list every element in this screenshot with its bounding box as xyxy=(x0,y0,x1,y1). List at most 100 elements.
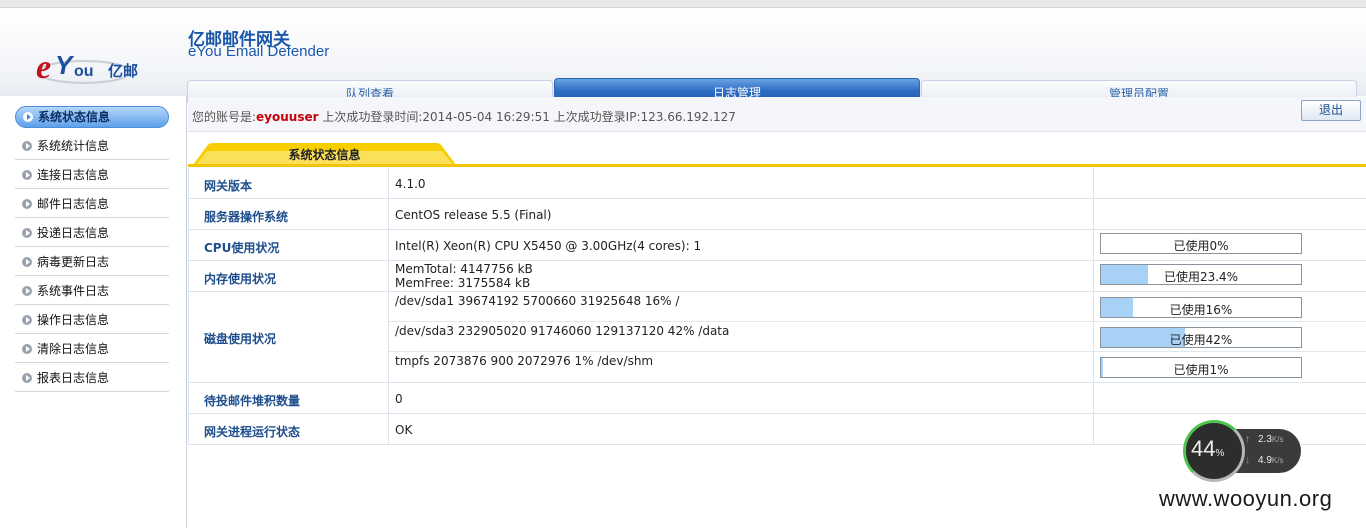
brand-title-en: eYou Email Defender xyxy=(188,43,330,60)
os-value: CentOS release 5.5 (Final) xyxy=(395,208,552,222)
arrow-bullet-icon xyxy=(22,141,32,151)
row-label: CPU使用状况 xyxy=(204,241,280,255)
sidebar-item-virus-update-log[interactable]: 病毒更新日志 xyxy=(15,248,169,276)
usage-text: 已使用23.4% xyxy=(1163,270,1239,284)
row-value-cell: MemTotal: 4147756 kB MemFree: 3175584 kB xyxy=(389,261,1094,291)
table-row: 内存使用状况 MemTotal: 4147756 kB MemFree: 317… xyxy=(188,261,1366,292)
mem-free: MemFree: 3175584 kB xyxy=(395,276,531,290)
sidebar-item-label: 操作日志信息 xyxy=(37,313,110,327)
sidebar-item-label: 连接日志信息 xyxy=(37,168,110,182)
row-extra-cell: 已使用16% 已使用42% 已使用1% xyxy=(1094,292,1366,382)
arrow-bullet-icon xyxy=(23,112,33,122)
arrow-down-icon: ↓ xyxy=(1245,455,1250,466)
logout-button[interactable]: 退出 xyxy=(1301,100,1361,121)
row-label-cell: 网关进程运行状态 xyxy=(188,414,389,444)
disk-line: /dev/sda1 39674192 5700660 31925648 16% … xyxy=(395,294,680,308)
percent-unit: % xyxy=(1215,448,1225,459)
sidebar-item-system-event-log[interactable]: 系统事件日志 xyxy=(15,277,169,305)
mem-usage-bar: 已使用23.4% xyxy=(1100,264,1302,285)
row-label-cell: 待投邮件堆积数量 xyxy=(188,383,389,413)
row-extra-cell xyxy=(1094,199,1366,229)
row-label-cell: CPU使用状况 xyxy=(188,230,389,260)
account-username: eyouuser xyxy=(256,110,319,124)
sidebar-item-system-status[interactable]: 系统状态信息 xyxy=(15,106,169,128)
row-label-cell: 服务器操作系统 xyxy=(188,199,389,229)
svg-text:亿邮: 亿邮 xyxy=(108,62,138,80)
sidebar-item-label: 系统事件日志 xyxy=(37,284,110,298)
usage-text: 已使用16% xyxy=(1169,303,1233,317)
account-bar: 您的账号是:eyouuser 上次成功登录时间:2014-05-04 16:29… xyxy=(188,97,1366,132)
sidebar-item-report-log[interactable]: 报表日志信息 xyxy=(15,364,169,392)
queue-value: 0 xyxy=(395,392,403,406)
network-speed-widget[interactable]: 44% ↑ 2.3K/s ↓ 4.9K/s xyxy=(1183,420,1301,482)
version-value: 4.1.0 xyxy=(395,177,426,191)
arrow-bullet-icon xyxy=(22,257,32,267)
sidebar-item-delivery-log[interactable]: 投递日志信息 xyxy=(15,219,169,247)
eyou-logo: e Y ou 亿邮 xyxy=(36,49,138,86)
section-tab: 系统状态信息 xyxy=(193,143,456,165)
arrow-bullet-icon xyxy=(22,228,32,238)
table-row: 网关版本 4.1.0 xyxy=(188,167,1366,199)
disk-usage-bar: 已使用1% xyxy=(1100,357,1302,378)
row-extra-cell: 已使用23.4% xyxy=(1094,261,1366,291)
download-speed: ↓ 4.9K/s xyxy=(1245,455,1283,466)
row-label-cell: 网关版本 xyxy=(188,167,389,198)
account-prefix: 您的账号是: xyxy=(192,110,257,124)
usage-text: 已使用42% xyxy=(1169,333,1233,347)
row-label: 网关进程运行状态 xyxy=(204,425,301,439)
row-divider xyxy=(389,321,1366,322)
sidebar-item-label: 病毒更新日志 xyxy=(37,255,110,269)
arrow-up-icon: ↑ xyxy=(1245,434,1250,445)
top-strip xyxy=(0,0,1366,8)
row-value-cell: 4.1.0 xyxy=(389,167,1094,198)
row-label: 内存使用状况 xyxy=(204,272,277,286)
svg-text:ou: ou xyxy=(74,63,94,80)
arrow-bullet-icon xyxy=(22,315,32,325)
svg-text:e: e xyxy=(36,49,51,86)
sidebar-item-clear-log[interactable]: 清除日志信息 xyxy=(15,335,169,363)
row-value-cell: Intel(R) Xeon(R) CPU X5450 @ 3.00GHz(4 c… xyxy=(389,230,1094,260)
sidebar-item-system-stats[interactable]: 系统统计信息 xyxy=(15,132,169,160)
row-label: 服务器操作系统 xyxy=(204,210,289,224)
svg-text:Y: Y xyxy=(55,50,75,80)
row-value-cell: 0 xyxy=(389,383,1094,413)
sidebar-item-operation-log[interactable]: 操作日志信息 xyxy=(15,306,169,334)
sidebar-item-label: 系统统计信息 xyxy=(37,139,110,153)
row-divider xyxy=(389,351,1366,352)
process-value: OK xyxy=(395,423,413,437)
sidebar-item-label: 清除日志信息 xyxy=(37,342,110,356)
sidebar-item-mail-log[interactable]: 邮件日志信息 xyxy=(15,190,169,218)
table-row: 服务器操作系统 CentOS release 5.5 (Final) xyxy=(188,199,1366,230)
arrow-bullet-icon xyxy=(22,199,32,209)
table-row: 待投邮件堆积数量 0 xyxy=(188,383,1366,414)
row-extra-cell xyxy=(1094,167,1366,198)
sidebar-item-label: 报表日志信息 xyxy=(37,371,110,385)
watermark: www.wooyun.org xyxy=(1159,486,1333,511)
row-value-cell: /dev/sda1 39674192 5700660 31925648 16% … xyxy=(389,292,1094,382)
arrow-bullet-icon xyxy=(22,344,32,354)
cpu-value: Intel(R) Xeon(R) CPU X5450 @ 3.00GHz(4 c… xyxy=(395,239,702,253)
download-value: 4.9 xyxy=(1258,455,1272,466)
disk-usage-bar: 已使用42% xyxy=(1100,327,1302,348)
upload-speed: ↑ 2.3K/s xyxy=(1245,434,1283,445)
table-row: 磁盘使用状况 /dev/sda1 39674192 5700660 319256… xyxy=(188,292,1366,383)
sidebar-item-connection-log[interactable]: 连接日志信息 xyxy=(15,161,169,189)
row-value-cell: OK xyxy=(389,414,1094,444)
app-header: e Y ou 亿邮 亿邮邮件网关 eYou Email Defender 队列查… xyxy=(0,8,1366,103)
table-row: CPU使用状况 Intel(R) Xeon(R) CPU X5450 @ 3.0… xyxy=(188,230,1366,261)
disk-usage-bar: 已使用16% xyxy=(1100,297,1302,318)
row-label: 待投邮件堆积数量 xyxy=(204,394,301,408)
upload-value: 2.3 xyxy=(1258,434,1272,445)
disk-line: tmpfs 2073876 900 2072976 1% /dev/shm xyxy=(395,354,654,368)
arrow-bullet-icon xyxy=(22,170,32,180)
row-value-cell: CentOS release 5.5 (Final) xyxy=(389,199,1094,229)
usage-text: 已使用0% xyxy=(1173,239,1229,253)
row-label: 网关版本 xyxy=(204,179,253,193)
mem-total: MemTotal: 4147756 kB xyxy=(395,262,533,276)
sidebar-item-label: 系统状态信息 xyxy=(38,110,111,124)
row-label-cell: 内存使用状况 xyxy=(188,261,389,291)
row-extra-cell: 已使用0% xyxy=(1094,230,1366,260)
arrow-bullet-icon xyxy=(22,286,32,296)
account-info: 您的账号是:eyouuser 上次成功登录时间:2014-05-04 16:29… xyxy=(192,108,736,125)
arrow-bullet-icon xyxy=(22,373,32,383)
